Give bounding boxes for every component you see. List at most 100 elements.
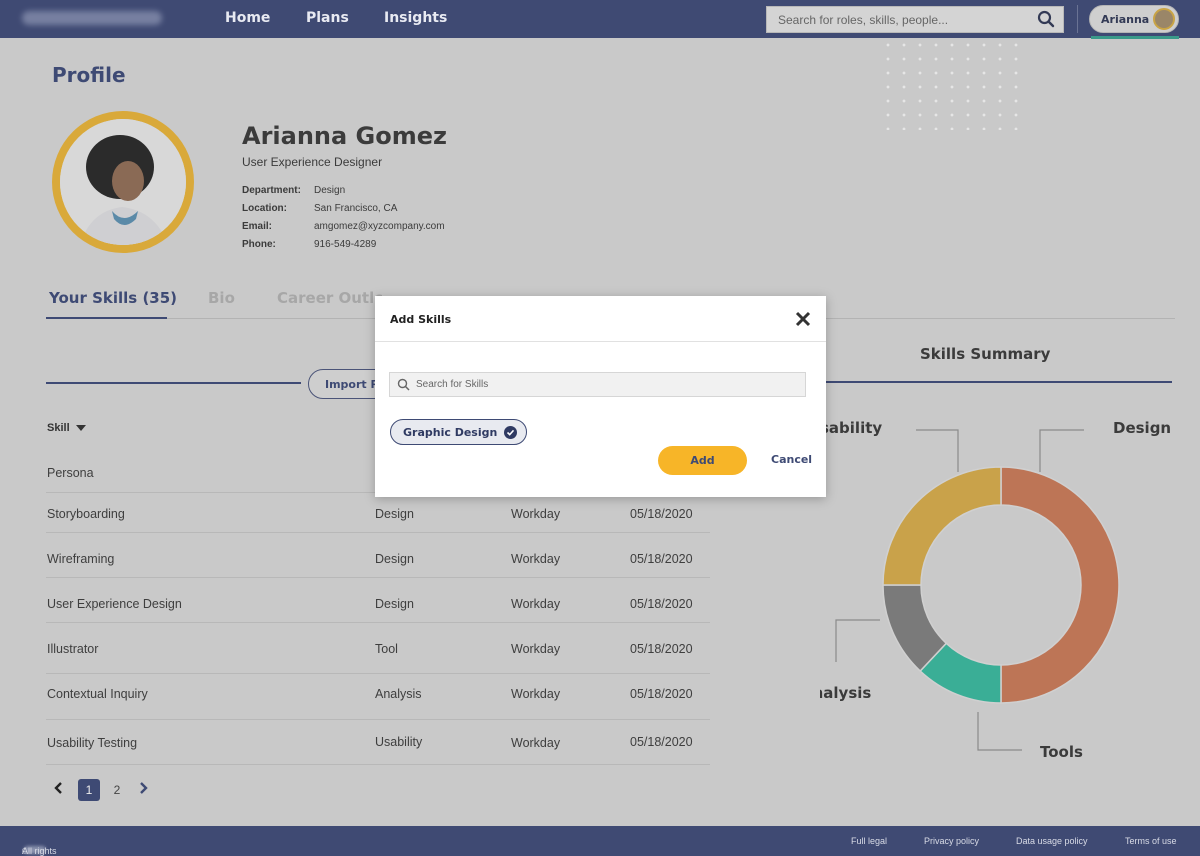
design-leader-line (1039, 429, 1084, 472)
search-icon[interactable] (1037, 10, 1055, 33)
phone-label: Phone: (242, 239, 276, 250)
skill-column-header[interactable]: Skill (47, 422, 86, 434)
skill-category: Analysis (375, 687, 422, 701)
nav-divider (1077, 5, 1078, 33)
skills-summary-title: Skills Summary (920, 345, 1051, 363)
skill-search-input[interactable] (416, 373, 796, 396)
nav-plans-link[interactable]: Plans (306, 10, 349, 26)
global-search-input[interactable] (767, 7, 1027, 32)
skill-date: 05/18/2020 (630, 597, 693, 611)
skills-section-line (46, 382, 301, 384)
usability-label: sability (820, 419, 882, 437)
skill-source: Workday (511, 597, 561, 611)
skill-date: 05/18/2020 (630, 687, 693, 701)
skill-category: Design (375, 552, 414, 566)
sort-caret-icon (75, 425, 86, 432)
page-2-button[interactable]: 2 (109, 779, 125, 801)
analysis-label: Analysis (820, 684, 871, 702)
user-active-indicator (1091, 36, 1179, 39)
user-menu-button[interactable]: Arianna (1089, 5, 1179, 33)
usability-leader-line (916, 429, 959, 472)
email-value: amgomez@xyzcompany.com (314, 221, 445, 232)
footer-link-full-legal[interactable]: Full legal (851, 836, 887, 846)
skill-source: Workday (511, 507, 561, 521)
email-row: Email: amgomez@xyzcompany.com (242, 221, 445, 232)
tab-career-outlook[interactable]: Career Outlook (277, 289, 382, 307)
skill-category: Tool (375, 642, 398, 656)
skill-name: Illustrator (47, 642, 99, 656)
cancel-button[interactable]: Cancel (771, 453, 812, 466)
nav-insights-link[interactable]: Insights (384, 10, 447, 26)
add-button[interactable]: Add (658, 446, 747, 475)
close-icon[interactable] (794, 310, 812, 328)
skill-name: Contextual Inquiry (47, 687, 148, 701)
analysis-leader-line (835, 619, 880, 662)
decorative-dots (880, 38, 1030, 130)
profile-name: Arianna Gomez (242, 122, 447, 150)
active-tab-indicator (46, 317, 167, 319)
footer-link-data-usage[interactable]: Data usage policy (1016, 836, 1088, 846)
row-divider (46, 577, 710, 578)
donut-slice-usability (882, 466, 1002, 586)
department-label: Department: (242, 185, 301, 196)
modal-title: Add Skills (390, 313, 452, 326)
tab-bio[interactable]: Bio (208, 289, 235, 307)
check-icon (504, 425, 518, 439)
phone-row: Phone: 916-549-4289 (242, 239, 376, 250)
row-divider (46, 764, 710, 765)
skill-date: 05/18/2020 (630, 552, 693, 566)
tools-leader-line (977, 712, 1022, 751)
skill-name: Usability Testing (47, 736, 138, 750)
search-icon (397, 378, 410, 396)
design-label: Design (1113, 419, 1171, 437)
skill-search-box (389, 372, 806, 397)
nav-home-link[interactable]: Home (225, 10, 270, 26)
donut-slice-design (1000, 466, 1120, 704)
tab-your-skills[interactable]: Your Skills (35) (49, 289, 177, 307)
location-value: San Francisco, CA (314, 203, 398, 214)
row-divider (46, 673, 710, 674)
skill-date: 05/18/2020 (630, 735, 693, 749)
copyright-suffix: All rights reserved (22, 846, 57, 856)
footer-link-privacy[interactable]: Privacy policy (924, 836, 979, 846)
next-page-icon[interactable] (138, 781, 150, 800)
skill-name: User Experience Design (47, 597, 182, 611)
chip-label: Graphic Design (403, 425, 498, 439)
user-avatar (1153, 8, 1175, 30)
skill-source: Workday (511, 687, 561, 701)
skill-source: Workday (511, 736, 561, 750)
skill-category: Design (375, 597, 414, 611)
skill-date: 05/18/2020 (630, 642, 693, 656)
add-skills-modal: Add Skills Graphic Design Add Cancel (375, 296, 826, 497)
prev-page-icon[interactable] (52, 781, 64, 800)
skill-source: Workday (511, 552, 561, 566)
row-divider (46, 532, 710, 533)
row-divider (46, 622, 710, 623)
tools-label: Tools (1040, 743, 1083, 761)
skill-name: Persona (47, 466, 94, 480)
profile-photo (52, 111, 194, 253)
top-nav: Home Plans Insights Arianna (0, 0, 1200, 39)
company-logo[interactable] (22, 11, 162, 25)
footer-link-terms[interactable]: Terms of use (1125, 836, 1177, 846)
location-label: Location: (242, 203, 287, 214)
page-title: Profile (52, 63, 126, 87)
phone-value: 916-549-4289 (314, 239, 377, 250)
skill-source: Workday (511, 642, 561, 656)
page-1-button[interactable]: 1 (78, 779, 100, 801)
location-row: Location: San Francisco, CA (242, 203, 397, 214)
summary-divider (826, 381, 1172, 383)
global-search (766, 6, 1064, 33)
selected-skill-chip[interactable]: Graphic Design (390, 419, 528, 445)
row-divider (46, 719, 710, 720)
skill-name: Storyboarding (47, 507, 125, 521)
profile-portrait-image (60, 119, 186, 245)
skills-summary-donut-chart: sability Design Analysis Tools (820, 419, 1171, 761)
skill-header-label: Skill (47, 422, 70, 434)
department-value: Design (314, 185, 346, 196)
user-name: Arianna (1101, 13, 1150, 26)
skill-category: Usability (375, 735, 423, 749)
department-row: Department: Design (242, 185, 345, 196)
email-label: Email: (242, 221, 273, 232)
skill-category: Design (375, 507, 414, 521)
